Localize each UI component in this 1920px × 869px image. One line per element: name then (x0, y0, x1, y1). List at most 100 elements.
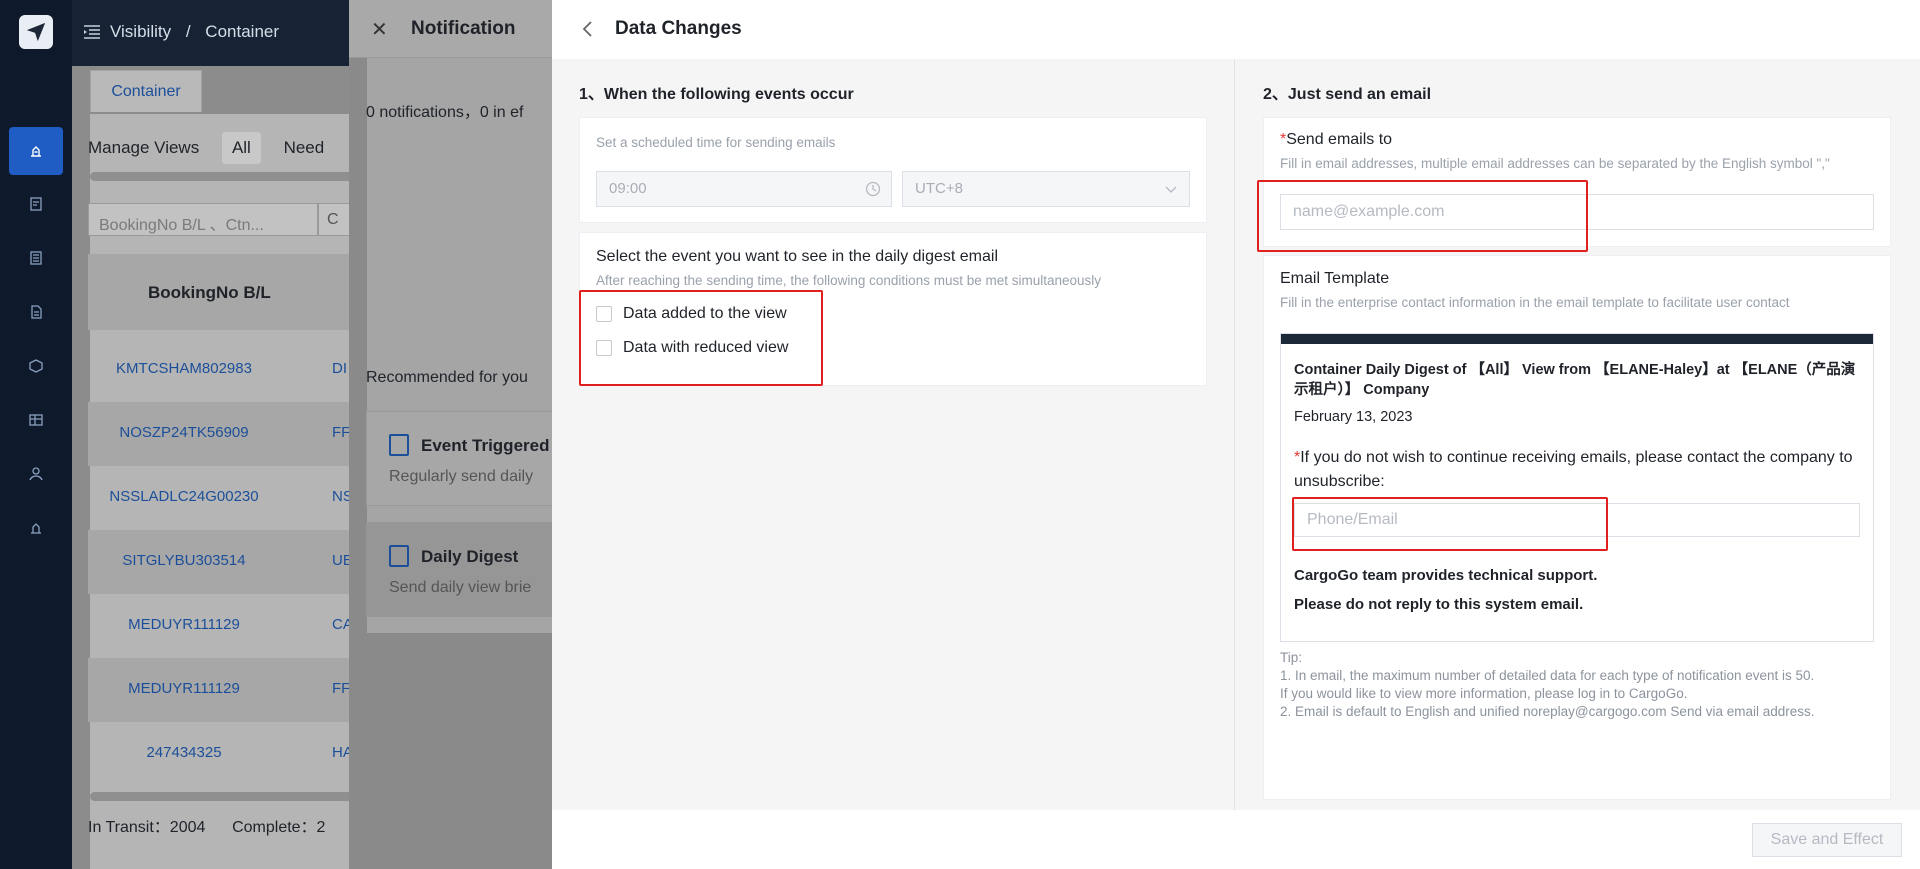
cell: DI (332, 360, 347, 377)
event-selection-hint: After reaching the sending time, the fol… (596, 273, 1102, 288)
event-triggered-card[interactable]: Event Triggered Regularly send daily (366, 411, 553, 506)
schedule-panel: Set a scheduled time for sending emails … (579, 117, 1207, 223)
nav-user-icon[interactable] (18, 456, 54, 492)
checkbox-data-added[interactable] (596, 306, 612, 322)
table-row[interactable]: 247434325 HA (88, 722, 368, 786)
template-title: Container Daily Digest of 【All】 View fro… (1294, 362, 1856, 398)
notification-drawer: ✕ Notification 0 notifications，0 in ef R… (349, 0, 553, 869)
cell: FF (332, 424, 351, 441)
send-to-panel: *Send emails to Fill in email addresses,… (1263, 117, 1891, 247)
drawer-title: Data Changes (615, 18, 742, 39)
nav-table-icon[interactable] (18, 402, 54, 438)
booking-link[interactable]: 247434325 (88, 744, 280, 761)
timezone-value: UTC+8 (915, 180, 963, 197)
tab-need[interactable]: Need (284, 138, 325, 158)
breadcrumb: Visibility / Container (110, 22, 289, 42)
send-time-input[interactable]: 09:00 (596, 171, 892, 207)
booking-link[interactable]: NSSLADLC24G00230 (88, 488, 280, 505)
breadcrumb-separator: / (185, 22, 191, 41)
tab-container[interactable]: Container (90, 70, 202, 112)
breadcrumb-container: Container (205, 22, 280, 41)
cell: FF (332, 680, 351, 697)
status-complete: Complete：2 (232, 819, 326, 836)
table-row[interactable]: SITGLYBU303514 UE (88, 530, 368, 594)
email-template-preview: Container Daily Digest of 【All】 View fro… (1280, 333, 1874, 642)
back-arrow-icon[interactable] (580, 20, 596, 38)
booking-search-input[interactable]: BookingNo B/L 、Ctn... (88, 203, 318, 236)
tip-line: Tip: (1280, 650, 1303, 665)
table-row[interactable]: NOSZP24TK56909 FF (88, 402, 368, 466)
table-header-booking: BookingNo B/L (88, 254, 368, 330)
card-desc: Regularly send daily (389, 468, 534, 485)
section-email-title: 2、Just send an email (1263, 86, 1432, 103)
template-header-bar (1281, 334, 1873, 344)
nav-list-icon[interactable] (18, 240, 54, 276)
email-template-hint: Fill in the enterprise contact informati… (1280, 295, 1790, 310)
nav-settings-icon[interactable] (18, 510, 54, 546)
manage-views-link[interactable]: Manage Views (88, 138, 199, 158)
unsubscribe-text: *If you do not wish to continue receivin… (1294, 446, 1854, 494)
send-to-text: Send emails to (1286, 131, 1393, 148)
menu-fold-icon[interactable] (84, 25, 100, 39)
event-label: Data with reduced view (623, 339, 789, 356)
booking-link[interactable]: MEDUYR111129 (88, 680, 280, 697)
clock-icon (865, 181, 881, 197)
breadcrumb-visibility[interactable]: Visibility (110, 22, 171, 41)
schedule-hint: Set a scheduled time for sending emails (596, 135, 836, 150)
send-to-hint: Fill in email addresses, multiple email … (1280, 156, 1830, 171)
horizontal-scrollbar[interactable] (90, 172, 390, 181)
table-row[interactable]: KMTCSHAM802983 DI (88, 338, 368, 402)
notification-title: Notification (411, 18, 516, 39)
booking-link[interactable]: NOSZP24TK56909 (88, 424, 280, 441)
send-time-value: 09:00 (609, 180, 647, 197)
send-to-label: *Send emails to (1280, 131, 1392, 149)
tip-line: If you would like to view more informati… (1280, 686, 1688, 701)
column-divider (1234, 59, 1235, 810)
close-icon[interactable]: ✕ (371, 17, 388, 42)
nav-orders-icon[interactable] (18, 186, 54, 222)
event-selection-title: Select the event you want to see in the … (596, 248, 999, 265)
drawer-body: 1、When the following events occur Set a … (552, 59, 1920, 810)
checkbox-data-reduced[interactable] (596, 340, 612, 356)
document-icon (389, 434, 409, 456)
paper-plane-icon (26, 22, 46, 42)
email-template-panel: Email Template Fill in the enterprise co… (1263, 255, 1891, 800)
contact-input[interactable]: Phone/Email (1294, 503, 1860, 537)
nav-document-icon[interactable] (18, 294, 54, 330)
chevron-down-icon (1165, 186, 1177, 193)
booking-link[interactable]: KMTCSHAM802983 (88, 360, 280, 377)
recommended-heading: Recommended for you (366, 369, 528, 386)
status-in-transit: In Transit：2004 (88, 819, 206, 836)
nav-visibility-icon[interactable] (9, 127, 63, 175)
tab-all[interactable]: All (221, 132, 261, 164)
tip-line: 2. Email is default to English and unifi… (1280, 704, 1815, 719)
app-logo[interactable] (19, 15, 53, 49)
table-row[interactable]: MEDUYR111129 FF (88, 658, 368, 722)
booking-link[interactable]: SITGLYBU303514 (88, 552, 280, 569)
card-desc: Send daily view brie (389, 579, 532, 596)
nav-box-icon[interactable] (18, 348, 54, 384)
email-template-label: Email Template (1280, 270, 1390, 287)
booking-link[interactable]: MEDUYR111129 (88, 616, 280, 633)
event-selection-panel: Select the event you want to see in the … (579, 232, 1207, 386)
tips: Tip: 1. In email, the maximum number of … (1280, 649, 1815, 721)
tip-line: 1. In email, the maximum number of detai… (1280, 668, 1815, 683)
event-data-added[interactable]: Data added to the view (596, 305, 787, 323)
horizontal-scrollbar-bottom[interactable] (90, 792, 390, 801)
notification-header: ✕ Notification (349, 0, 553, 58)
drawer-header: Data Changes (552, 0, 1920, 59)
unsubscribe-message: If you do not wish to continue receiving… (1294, 449, 1853, 490)
daily-digest-card[interactable]: Daily Digest Send daily view brie (366, 522, 553, 617)
document-icon (389, 545, 409, 567)
notification-count: 0 notifications，0 in ef (366, 104, 524, 121)
table-row[interactable]: MEDUYR111129 CA (88, 594, 368, 658)
noreply-text: Please do not reply to this system email… (1294, 596, 1584, 613)
template-date: February 13, 2023 (1294, 409, 1413, 425)
timezone-select[interactable]: UTC+8 (902, 171, 1190, 207)
table-row[interactable]: NSSLADLC24G00230 NS (88, 466, 368, 530)
save-and-effect-button[interactable]: Save and Effect (1752, 823, 1902, 857)
left-nav-rail (0, 0, 72, 869)
event-data-reduced[interactable]: Data with reduced view (596, 339, 788, 357)
card-title: Daily Digest (421, 547, 519, 566)
email-input[interactable]: name@example.com (1280, 194, 1874, 230)
